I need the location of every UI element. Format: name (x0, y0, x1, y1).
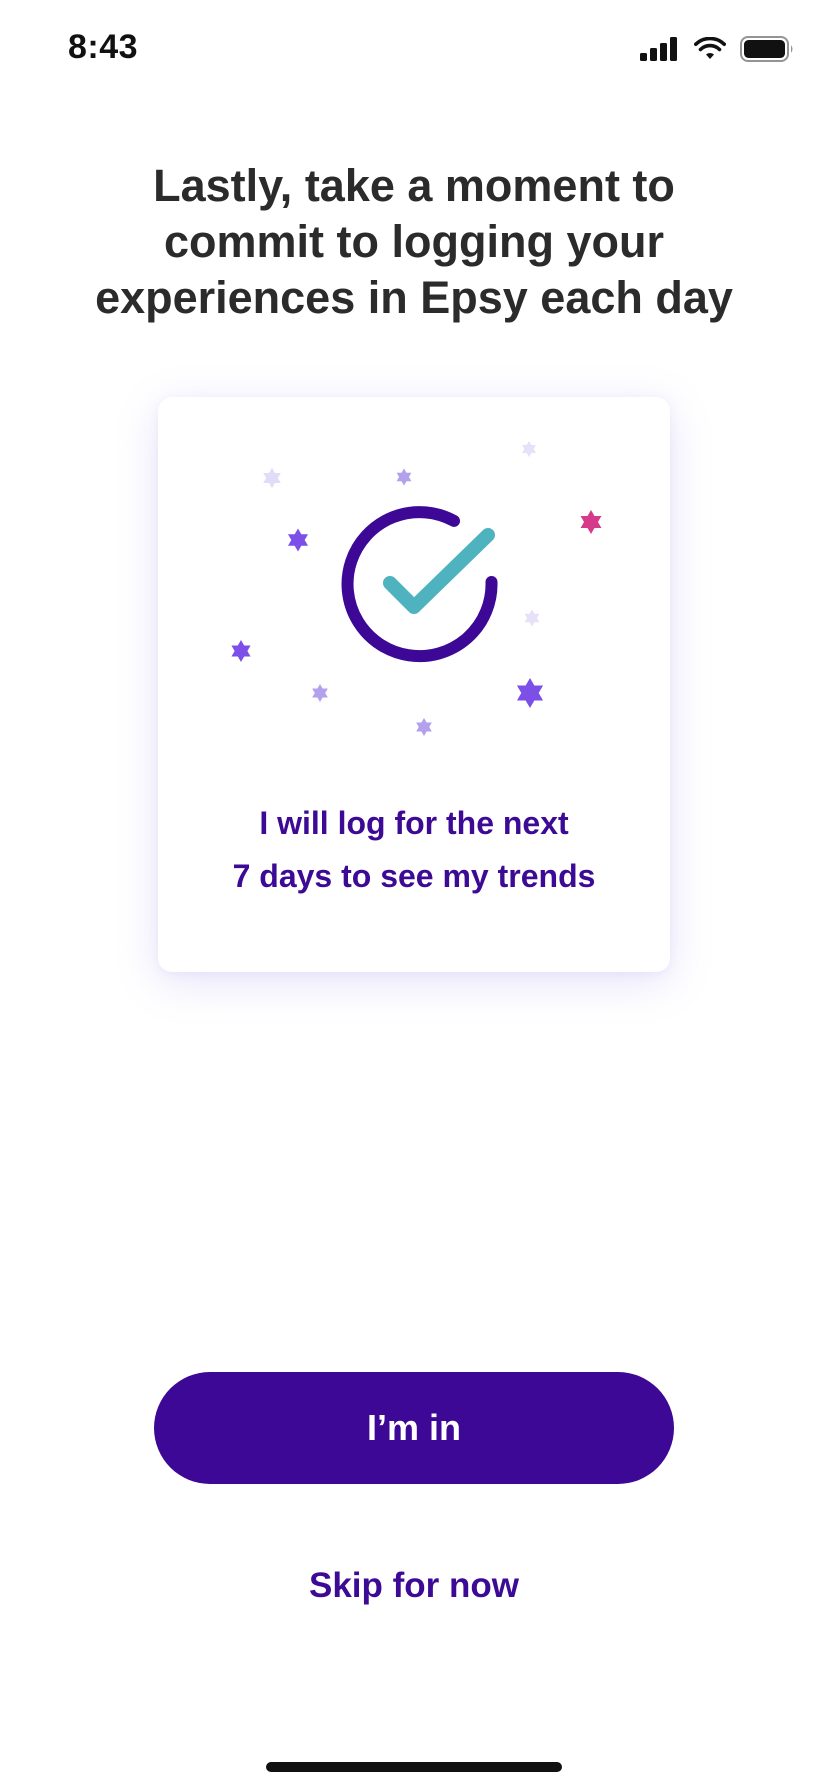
status-icons (640, 36, 794, 62)
headline-line: experiences in Epsy each day (95, 272, 733, 323)
commitment-line: I will log for the next (259, 805, 569, 841)
im-in-button[interactable]: I’m in (154, 1372, 674, 1484)
status-bar: 8:43 (0, 0, 828, 100)
sparkle-icon (263, 468, 281, 488)
sparkle-icon (580, 510, 602, 534)
wifi-icon (694, 37, 726, 59)
battery-icon (740, 36, 793, 62)
status-time: 8:43 (68, 28, 139, 66)
page-title: Lastly, take a moment to commit to loggi… (60, 158, 768, 326)
sparkle-icon (516, 678, 544, 708)
sparkle-icon (312, 684, 328, 702)
sparkle-icon (231, 640, 251, 662)
progress-ring-icon (341, 506, 498, 663)
signal-icon (640, 37, 677, 61)
skip-for-now-link[interactable]: Skip for now (214, 1560, 614, 1612)
commitment-line: 7 days to see my trends (232, 858, 596, 894)
sparkle-icon (524, 609, 540, 627)
headline-line: commit to logging your (164, 216, 664, 267)
home-indicator[interactable] (266, 1762, 562, 1772)
check-circle-illustration (231, 441, 602, 736)
commitment-card: I will log for the next 7 days to see my… (158, 397, 670, 972)
commitment-text: I will log for the next 7 days to see my… (178, 797, 650, 903)
sparkle-icon (287, 528, 309, 552)
sparkle-icon (396, 468, 412, 486)
check-icon (383, 528, 495, 614)
sparkle-icon (522, 441, 536, 457)
headline-line: Lastly, take a moment to (153, 160, 675, 211)
sparkle-icon (416, 718, 432, 736)
